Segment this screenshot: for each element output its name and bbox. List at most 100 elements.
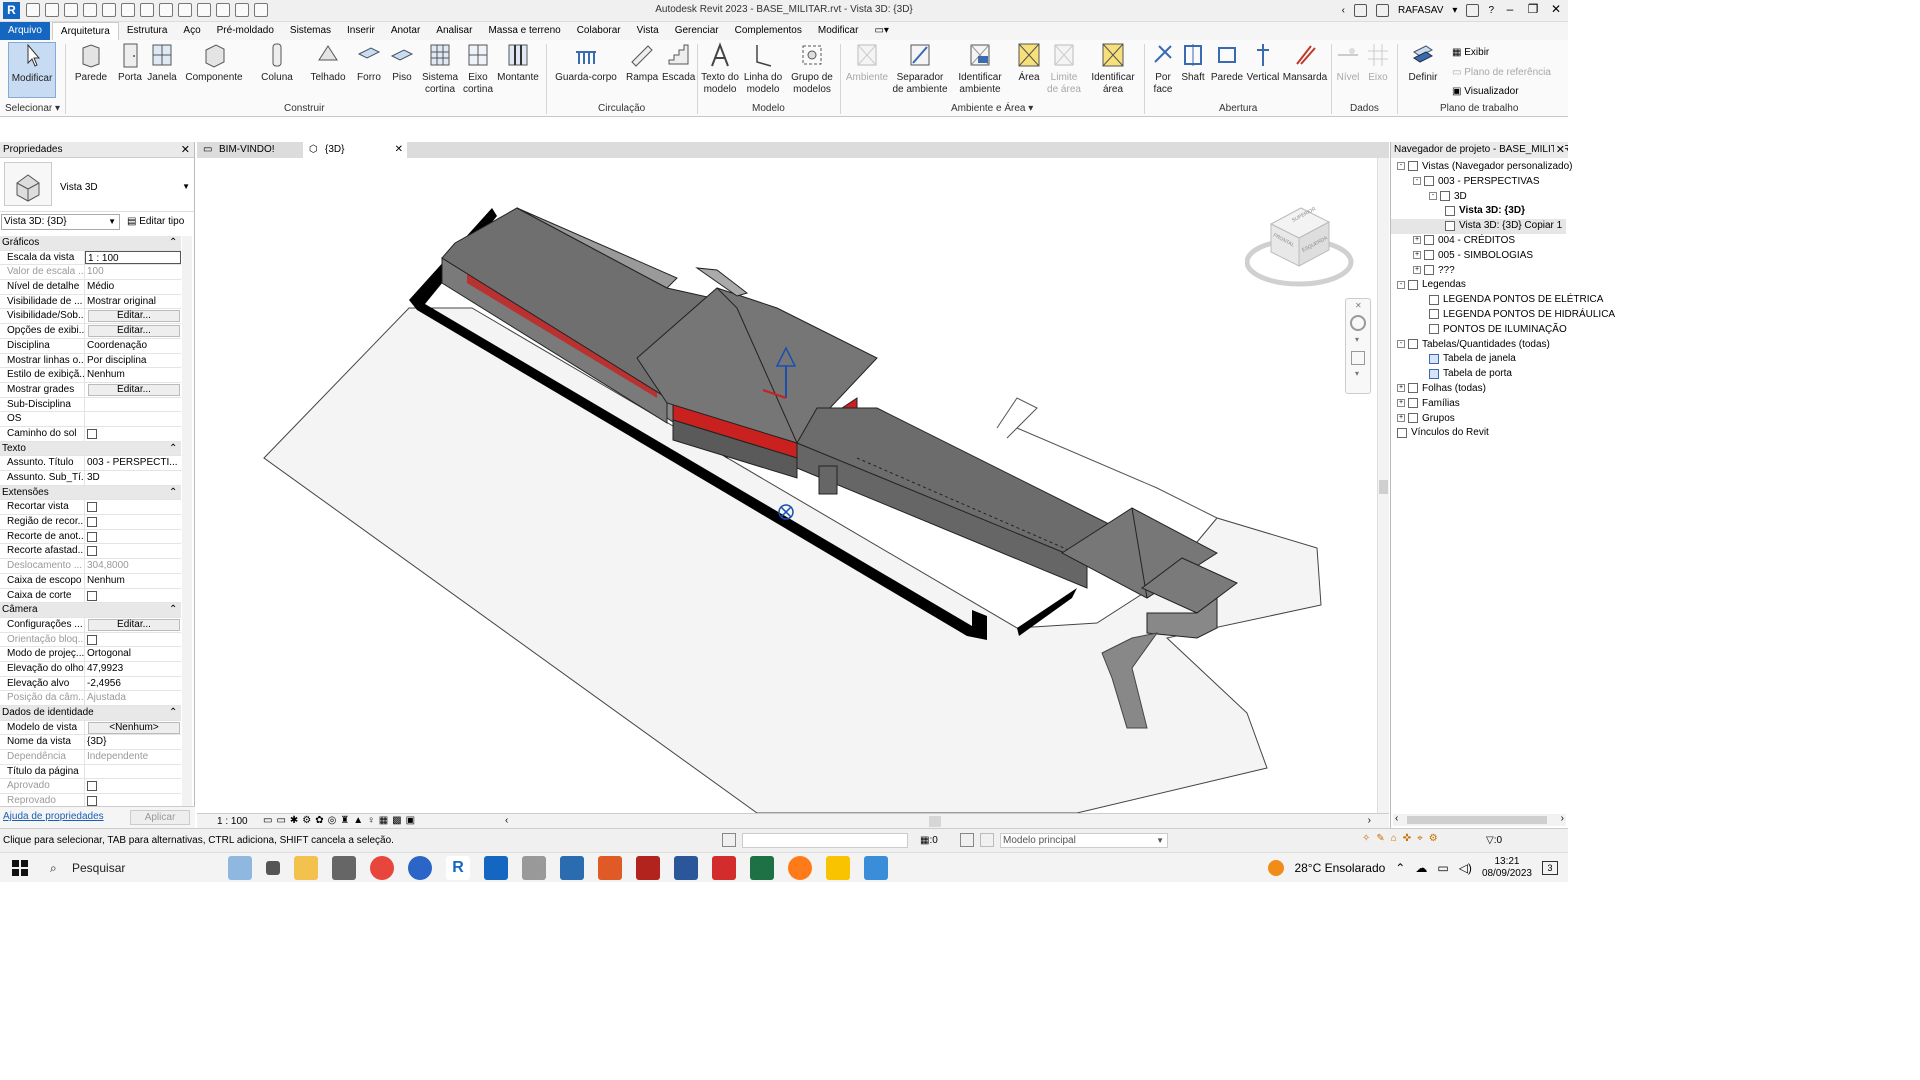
property-value[interactable]: Médio bbox=[85, 280, 181, 294]
expand-icon[interactable]: + bbox=[1413, 251, 1421, 260]
area-button[interactable]: Área bbox=[1012, 42, 1046, 84]
property-row[interactable]: Modo de projeç... Ortogonal bbox=[0, 647, 181, 662]
door-button[interactable]: Porta bbox=[116, 42, 144, 84]
property-row[interactable]: Caixa de escopo Nenhum bbox=[0, 573, 181, 589]
property-row[interactable]: Título da página bbox=[0, 764, 181, 780]
browser-node[interactable]: +004 - CRÉDITOS bbox=[1391, 234, 1566, 249]
collapse-icon[interactable]: ⌃ bbox=[167, 486, 181, 500]
property-value[interactable]: Mostrar original bbox=[85, 295, 181, 309]
horizontal-scroll-thumb[interactable] bbox=[929, 816, 941, 827]
browser-node[interactable]: - Tabelas/Quantidades (todas) bbox=[1391, 338, 1566, 353]
expand-icon[interactable]: + bbox=[1413, 236, 1421, 245]
property-row[interactable]: Elevação do olho 47,9923 bbox=[0, 661, 181, 677]
property-row[interactable]: Caixa de corte bbox=[0, 588, 181, 604]
weather-text[interactable]: 28°C Ensolarado bbox=[1294, 861, 1385, 875]
set-workplane-button[interactable]: Definir bbox=[1404, 42, 1442, 84]
property-row[interactable]: Assunto. Título 003 - PERSPECTI... bbox=[0, 456, 181, 471]
property-checkbox[interactable] bbox=[87, 428, 97, 439]
help-icon[interactable]: ? bbox=[1488, 5, 1494, 16]
sticky-notes-icon[interactable] bbox=[826, 856, 850, 880]
tab-anotar[interactable]: Anotar bbox=[383, 22, 428, 40]
browser-node[interactable]: Vista 3D: {3D} Copiar 1 bbox=[1391, 219, 1566, 234]
grid-button[interactable]: Eixo bbox=[1364, 42, 1392, 84]
viewcube[interactable]: SUPERIOR FRONTAL ESQUERDA bbox=[1245, 200, 1355, 292]
property-row[interactable]: Sub-Disciplina bbox=[0, 397, 181, 413]
view-scale[interactable]: 1 : 100 bbox=[217, 816, 248, 827]
property-group[interactable]: Gráficos ⌃ bbox=[0, 236, 181, 251]
model-text-button[interactable]: Texto do modelo bbox=[700, 42, 740, 96]
view-selector[interactable]: Vista 3D: {3D} ▼ bbox=[1, 214, 120, 230]
property-value[interactable]: 47,9923 bbox=[85, 662, 181, 676]
ceiling-button[interactable]: Forro bbox=[354, 42, 384, 84]
chevron-left-icon[interactable]: ‹ bbox=[1395, 813, 1398, 824]
minimize-icon[interactable]: – bbox=[1503, 3, 1517, 17]
panel-select[interactable]: Selecionar ▾ bbox=[5, 103, 60, 114]
property-row[interactable]: Visibilidade de ... Mostrar original bbox=[0, 294, 181, 310]
chevron-right-icon[interactable]: › bbox=[1368, 815, 1371, 826]
chevron-down-icon[interactable]: ▼ bbox=[182, 182, 190, 191]
property-row[interactable]: Estilo de exibiçã... Nenhum bbox=[0, 368, 181, 383]
excel-icon[interactable] bbox=[750, 856, 774, 880]
property-row[interactable]: Deslocamento ... 304,8000 bbox=[0, 559, 181, 574]
volume-icon[interactable]: ◁) bbox=[1459, 861, 1472, 875]
browser-node[interactable]: +??? bbox=[1391, 264, 1566, 279]
selection-options-icons[interactable]: ✧✎⌂✜⌖⚙ bbox=[1362, 833, 1444, 844]
edit-type-button[interactable]: ▤ Editar tipo bbox=[127, 216, 184, 227]
scroll-thumb[interactable] bbox=[1379, 480, 1388, 494]
tab-massa-e-terreno[interactable]: Massa e terreno bbox=[480, 22, 568, 40]
network-icon[interactable]: ▭ bbox=[1437, 861, 1448, 875]
property-group[interactable]: Texto ⌃ bbox=[0, 441, 181, 457]
binoculars-icon[interactable] bbox=[1354, 3, 1368, 17]
acrobat-icon[interactable] bbox=[636, 856, 660, 880]
modify-button[interactable]: Modificar bbox=[8, 42, 56, 98]
cart-icon[interactable] bbox=[1466, 3, 1480, 17]
model-line-button[interactable]: Linha do modelo bbox=[742, 42, 784, 96]
chevron-right-icon[interactable]: › bbox=[1561, 813, 1564, 824]
back-icon[interactable]: ‹ bbox=[1342, 5, 1345, 16]
collapse-icon[interactable]: - bbox=[1429, 191, 1437, 200]
tab-3d[interactable]: ⬡ {3D} ✕ bbox=[303, 142, 407, 158]
panel-room-area[interactable]: Ambiente e Área ▾ bbox=[951, 103, 1033, 114]
cloud-icon[interactable]: ☁ bbox=[1415, 861, 1427, 875]
zoom-icon[interactable] bbox=[1351, 351, 1365, 365]
browser-node[interactable]: - Vistas (Navegador personalizado) bbox=[1391, 160, 1572, 175]
property-value[interactable]: 3D bbox=[85, 471, 181, 485]
property-row[interactable]: Caminho do sol bbox=[0, 426, 181, 442]
browser-node[interactable]: - 003 - PERSPECTIVAS bbox=[1391, 175, 1566, 190]
property-row[interactable]: Região de recor... bbox=[0, 515, 181, 530]
component-button[interactable]: Componente bbox=[184, 42, 244, 84]
close-icon[interactable]: ✕ bbox=[1549, 3, 1563, 17]
network-app-icon[interactable] bbox=[522, 856, 546, 880]
ramp-button[interactable]: Rampa bbox=[626, 42, 658, 84]
ref-plane-button[interactable]: ▭ Plano de referência bbox=[1452, 66, 1551, 79]
property-value[interactable]: Ortogonal bbox=[85, 647, 181, 661]
browser-node[interactable]: +005 - SIMBOLOGIAS bbox=[1391, 249, 1566, 264]
taskbar-search[interactable]: ⌕ Pesquisar bbox=[44, 857, 214, 879]
property-group[interactable]: Câmera ⌃ bbox=[0, 603, 181, 618]
shaft-button[interactable]: Shaft bbox=[1178, 42, 1208, 84]
3d-view-canvas[interactable]: SUPERIOR FRONTAL ESQUERDA ✕ ▾ ▾ bbox=[197, 158, 1389, 813]
chevron-down-icon[interactable]: ▾ bbox=[1355, 335, 1359, 344]
curtain-grid-button[interactable]: Eixo cortina bbox=[462, 42, 494, 96]
tab-bim-vindo[interactable]: ▭ BIM-VINDO! bbox=[197, 142, 307, 158]
tag-room-button[interactable]: Identificar ambiente bbox=[954, 42, 1006, 96]
chevron-up-icon[interactable]: ⌃ bbox=[1395, 861, 1405, 875]
viewer-button[interactable]: ▣ Visualizador bbox=[1452, 85, 1519, 98]
collapse-icon[interactable]: - bbox=[1397, 339, 1405, 348]
property-value[interactable]: 003 - PERSPECTI... bbox=[85, 456, 181, 470]
property-checkbox[interactable] bbox=[87, 517, 97, 528]
property-row[interactable]: Assunto. Sub_Tí... 3D bbox=[0, 471, 181, 486]
property-row[interactable]: Mostrar grades Editar... bbox=[0, 382, 181, 398]
revit-viewer-icon[interactable]: R bbox=[446, 856, 470, 880]
property-row[interactable]: Dependência Independente bbox=[0, 750, 181, 765]
close-icon[interactable]: ✕ bbox=[1553, 142, 1565, 158]
property-edit-button[interactable]: Editar... bbox=[88, 325, 180, 338]
property-row[interactable]: Posição da câm... Ajustada bbox=[0, 691, 181, 706]
property-row[interactable]: Mostrar linhas o... Por disciplina bbox=[0, 353, 181, 369]
vertical-opening-button[interactable]: Vertical bbox=[1246, 42, 1280, 84]
tab-inserir[interactable]: Inserir bbox=[339, 22, 383, 40]
active-workset[interactable] bbox=[742, 833, 908, 848]
edge-icon[interactable] bbox=[408, 856, 432, 880]
property-edit-button[interactable]: <Nenhum> bbox=[88, 721, 180, 734]
tab-gerenciar[interactable]: Gerenciar bbox=[667, 22, 727, 40]
